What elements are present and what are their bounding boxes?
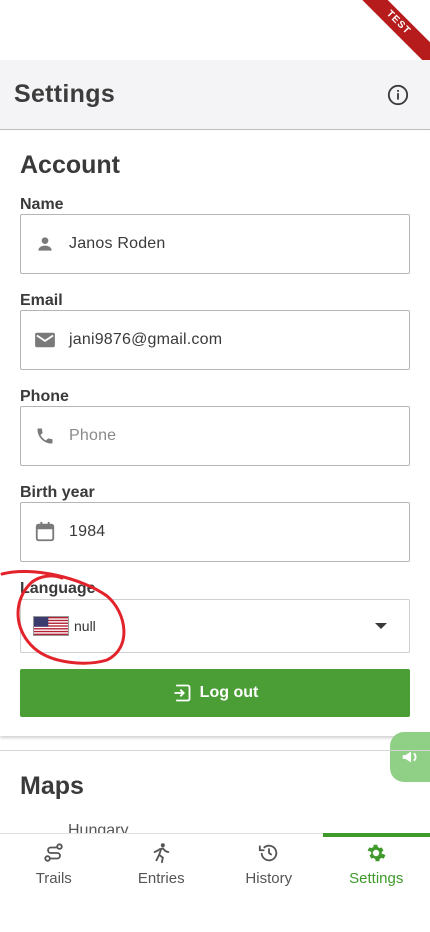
mail-icon <box>33 328 57 352</box>
section-divider <box>0 750 430 751</box>
email-label: Email <box>20 292 63 309</box>
nav-label-trails: Trails <box>35 869 72 887</box>
birth-year-field[interactable]: 1984 <box>20 502 410 562</box>
nav-label-history: History <box>245 869 293 887</box>
phone-field[interactable]: Phone <box>20 406 410 466</box>
runner-icon <box>153 842 170 863</box>
trail-icon <box>44 842 63 862</box>
us-flag-icon <box>33 616 69 636</box>
language-label: Language <box>20 580 96 597</box>
page-title: Settings <box>14 80 116 108</box>
chevron-down-icon <box>369 614 393 638</box>
logout-label: Log out <box>199 684 259 701</box>
birth-year-value: 1984 <box>69 523 106 540</box>
email-value: jani9876@gmail.com <box>69 331 223 348</box>
name-label: Name <box>20 196 64 213</box>
email-field[interactable]: jani9876@gmail.com <box>20 310 410 370</box>
language-value: null <box>74 618 96 634</box>
person-icon <box>33 232 57 256</box>
announcement-button[interactable] <box>390 732 430 782</box>
info-icon <box>387 84 409 105</box>
info-button[interactable] <box>380 77 416 113</box>
calendar-icon <box>33 520 57 544</box>
phone-icon <box>33 424 57 448</box>
phone-label: Phone <box>20 388 69 405</box>
bottom-navigation: Trails Entries History Settings <box>0 833 430 932</box>
maps-section-title: Maps <box>20 772 84 800</box>
account-section-title: Account <box>20 151 120 179</box>
settings-screen: TEST Settings Account Name Janos Roden E… <box>0 0 430 932</box>
logout-button[interactable]: Log out <box>20 669 410 717</box>
nav-item-trails[interactable]: Trails <box>0 834 108 894</box>
birth-year-label: Birth year <box>20 484 95 501</box>
name-field[interactable]: Janos Roden <box>20 214 410 274</box>
nav-item-settings[interactable]: Settings <box>322 833 430 894</box>
app-bar: Settings <box>0 60 430 130</box>
gear-icon <box>367 844 386 861</box>
nav-label-entries: Entries <box>137 869 185 887</box>
nav-item-entries[interactable]: Entries <box>108 834 216 894</box>
nav-item-history[interactable]: History <box>215 834 323 894</box>
history-icon <box>258 844 277 861</box>
name-value: Janos Roden <box>69 235 166 252</box>
logout-icon <box>174 684 191 702</box>
language-dropdown[interactable]: null <box>20 599 410 653</box>
phone-placeholder: Phone <box>69 427 117 444</box>
nav-label-settings: Settings <box>349 869 404 887</box>
account-card: Account Name Janos Roden Email jani9876@… <box>0 131 430 736</box>
